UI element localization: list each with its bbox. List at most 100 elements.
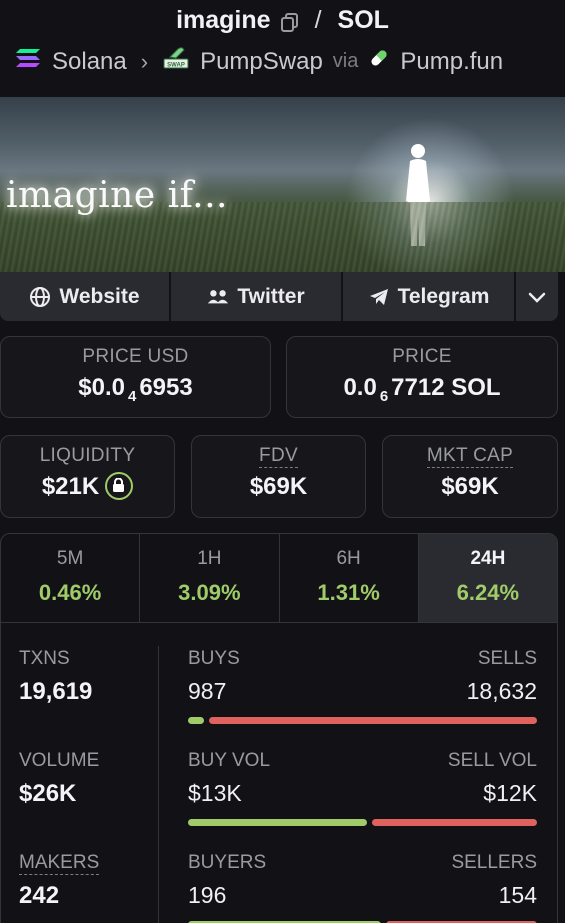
volume-label: VOLUME <box>19 750 100 771</box>
price-usd-digits: 6953 <box>139 374 193 401</box>
price-usd-value: $0.0 4 6953 <box>1 374 270 405</box>
mktcap-value: $69K <box>441 473 499 500</box>
buys-bar-fill <box>188 717 204 724</box>
buyers-value: 196 <box>188 882 227 908</box>
mktcap-label-wrap: MKT CAP <box>383 445 557 468</box>
txns-stat: TXNS 19,619 <box>19 648 92 706</box>
pumpswap-icon: SWAP <box>162 46 190 77</box>
makers-value: 242 <box>19 882 60 909</box>
txns-value: 19,619 <box>19 678 93 705</box>
copy-icon[interactable] <box>280 11 299 32</box>
banner-tagline: imagine if... <box>6 175 228 216</box>
liquidity-label: LIQUIDITY <box>39 445 136 466</box>
paper-plane-icon <box>369 288 388 305</box>
tab-6h[interactable]: 6H 1.31% <box>280 534 419 622</box>
chevron-right-icon: › <box>140 48 149 74</box>
svg-text:SWAP: SWAP <box>167 63 185 69</box>
fdv-card: FDV $69K <box>191 435 366 518</box>
timeframe-tabs: 5M 0.46% 1H 3.09% 6H 1.31% 24H 6.24% <box>0 533 558 623</box>
buys-value: 987 <box>188 678 227 704</box>
launchpad-link[interactable]: Pump.fun <box>400 48 503 76</box>
buys-sells-bar <box>188 717 537 724</box>
liquidity-value: $21K <box>41 473 100 500</box>
tab-label: 6H <box>336 548 361 569</box>
buyers-label: BUYERS <box>188 852 267 873</box>
makers-label-wrap: MAKERS <box>19 852 100 875</box>
globe-icon <box>30 286 51 307</box>
trade-stats: TXNS 19,619 BUYS SELLS 987 18,632 VOLUME… <box>0 622 558 923</box>
mktcap-card: MKT CAP $69K <box>382 435 558 518</box>
users-icon <box>208 289 229 303</box>
sellers-label: SELLERS <box>451 852 537 873</box>
makers-stat: MAKERS 242 <box>19 852 100 910</box>
liquidity-value-row: $21K <box>1 471 174 502</box>
more-links-button[interactable] <box>516 272 558 321</box>
sells-value: 18,632 <box>466 678 537 704</box>
buyvol-bar-fill <box>188 819 367 826</box>
buys-label: BUYS <box>188 648 240 669</box>
telegram-label: Telegram <box>397 284 490 308</box>
twitter-button[interactable]: Twitter <box>171 272 341 321</box>
pair-title: imagine / SOL <box>0 6 565 35</box>
social-links: Website Twitter Telegram <box>0 272 565 322</box>
volume-value: $26K <box>19 780 77 807</box>
fdv-label[interactable]: FDV <box>259 445 298 468</box>
tab-1h[interactable]: 1H 3.09% <box>140 534 280 622</box>
price-native-prefix: 0.0 <box>343 374 377 401</box>
tab-change: 0.46% <box>38 580 102 605</box>
sells-bar-fill <box>209 717 537 724</box>
sellvol-value: $12K <box>483 780 537 806</box>
quote-symbol: SOL <box>337 6 389 34</box>
chain-link[interactable]: Solana <box>52 48 127 76</box>
price-usd-zero-count: 4 <box>127 388 137 405</box>
price-usd-prefix: $0.0 <box>78 374 125 401</box>
telegram-button[interactable]: Telegram <box>343 272 514 321</box>
tab-label: 1H <box>197 548 222 569</box>
token-symbol: imagine <box>176 6 271 34</box>
buyvol-sellvol-bar <box>188 819 537 826</box>
pair-header: imagine / SOL Solana › SWAP PumpSwap via… <box>0 0 565 97</box>
price-usd-card: PRICE USD $0.0 4 6953 <box>0 336 271 418</box>
volume-stat: VOLUME $26K <box>19 750 99 808</box>
price-native-digits: 7712 SOL <box>391 374 501 401</box>
fdv-label-wrap: FDV <box>192 445 365 468</box>
buyers-sellers-stat: BUYERS SELLERS 196 154 <box>188 852 537 923</box>
txns-label: TXNS <box>19 648 70 669</box>
dex-link[interactable]: PumpSwap <box>200 48 323 76</box>
sellvol-bar-fill <box>371 819 537 826</box>
via-label: via <box>332 50 359 72</box>
price-native-label: PRICE <box>392 346 452 367</box>
token-banner: imagine if... <box>0 97 565 272</box>
website-button[interactable]: Website <box>0 272 169 321</box>
lock-icon[interactable] <box>105 471 134 500</box>
price-native-value: 0.0 6 7712 SOL <box>287 374 557 405</box>
buyvol-value: $13K <box>188 780 242 806</box>
buyvol-label: BUY VOL <box>188 750 271 771</box>
solana-icon <box>16 47 42 76</box>
price-native-zero-count: 6 <box>379 388 389 405</box>
tab-change: 6.24% <box>456 580 520 605</box>
liquidity-card: LIQUIDITY $21K <box>0 435 175 518</box>
buys-sells-stat: BUYS SELLS 987 18,632 <box>188 648 537 724</box>
website-label: Website <box>59 284 140 308</box>
makers-label[interactable]: MAKERS <box>19 852 100 875</box>
pair-separator: / <box>314 6 322 34</box>
sellvol-label: SELL VOL <box>447 750 537 771</box>
buyvol-sellvol-stat: BUY VOL SELL VOL $13K $12K <box>188 750 537 826</box>
pill-icon <box>368 47 390 76</box>
tab-change: 1.31% <box>317 580 380 605</box>
sellers-value: 154 <box>498 882 537 908</box>
breadcrumb: Solana › SWAP PumpSwap via Pump.fun <box>16 46 549 77</box>
price-native-card: PRICE 0.0 6 7712 SOL <box>286 336 558 418</box>
chevron-down-icon <box>528 292 546 303</box>
mktcap-label[interactable]: MKT CAP <box>426 445 514 468</box>
tab-label: 5M <box>56 548 84 569</box>
stats-divider <box>158 646 159 923</box>
tab-label: 24H <box>470 548 506 569</box>
tab-change: 3.09% <box>178 580 241 605</box>
fdv-value: $69K <box>249 473 308 500</box>
tab-5m[interactable]: 5M 0.46% <box>1 534 141 622</box>
price-usd-label: PRICE USD <box>82 346 189 367</box>
tab-24h[interactable]: 24H 6.24% <box>418 534 557 622</box>
twitter-label: Twitter <box>237 284 305 308</box>
